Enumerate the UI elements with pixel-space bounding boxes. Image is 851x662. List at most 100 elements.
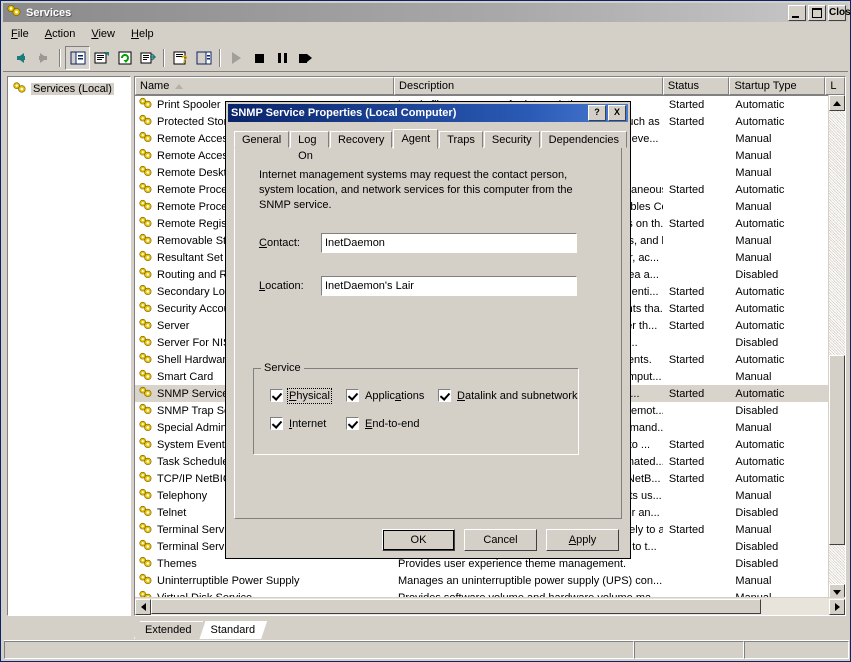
cell-startup-type: Automatic: [729, 388, 825, 400]
dialog-tab-agent[interactable]: Agent: [393, 129, 438, 149]
column-header-description[interactable]: Description: [394, 77, 663, 95]
contact-label: Contact:: [259, 237, 321, 249]
tree-item-services-local[interactable]: Services (Local): [10, 81, 128, 97]
view-tab-extended[interactable]: Extended: [134, 621, 203, 639]
menu-help[interactable]: Help: [123, 26, 162, 42]
cell-startup-type: Automatic: [729, 320, 825, 332]
refresh-icon[interactable]: [113, 47, 136, 69]
pause-icon[interactable]: [271, 47, 294, 69]
view-tab-standard[interactable]: Standard: [199, 621, 267, 639]
column-header-log-on-as[interactable]: L: [825, 77, 845, 95]
service-name-label: Uninterruptible Power Supply: [157, 575, 299, 587]
service-gear-icon: [138, 539, 153, 555]
close-button[interactable]: Close: [828, 5, 846, 21]
forward-arrow-icon[interactable]: [32, 47, 55, 69]
checkbox-end-to-end-box[interactable]: [346, 417, 359, 430]
dialog-tab-dependencies[interactable]: Dependencies: [541, 131, 627, 148]
column-header-startup-type[interactable]: Startup Type: [729, 77, 825, 95]
service-name-label: Telnet: [157, 507, 186, 519]
service-gear-icon: [138, 148, 153, 164]
service-gear-icon: [138, 403, 153, 419]
list-vertical-scrollbar[interactable]: [828, 95, 845, 600]
dialog-tab-log-on[interactable]: Log On: [290, 131, 329, 148]
ok-button[interactable]: OK: [382, 529, 455, 551]
restart-icon[interactable]: [294, 47, 317, 69]
toolbar: ?: [3, 45, 848, 72]
cell-startup-type: Automatic: [729, 439, 825, 451]
dialog-tab-security[interactable]: Security: [484, 131, 540, 148]
menu-action[interactable]: Action: [37, 26, 84, 42]
checkbox-applications[interactable]: Applications: [346, 389, 424, 402]
tree-item-label: Services (Local): [31, 83, 114, 95]
service-gear-icon: [138, 437, 153, 453]
service-gear-icon: [138, 233, 153, 249]
apply-button[interactable]: Apply: [546, 529, 619, 551]
stop-icon[interactable]: [248, 47, 271, 69]
export-list-icon[interactable]: [136, 47, 159, 69]
back-arrow-icon[interactable]: [9, 47, 32, 69]
checkbox-physical-box[interactable]: [270, 389, 283, 402]
svg-text:?: ?: [181, 54, 188, 65]
service-group-box: Service Physical Applications Datalink a…: [253, 368, 579, 455]
table-row[interactable]: Uninterruptible Power Supply Manages an u…: [135, 572, 845, 589]
maximize-button[interactable]: [808, 5, 826, 21]
checkbox-physical[interactable]: Physical: [270, 389, 330, 402]
cell-startup-type: Automatic: [729, 303, 825, 315]
service-name-label: Smart Card: [157, 371, 213, 383]
snmp-service-properties-dialog: SNMP Service Properties (Local Computer)…: [226, 102, 630, 558]
cell-status: Started: [663, 388, 730, 400]
dialog-tab-general[interactable]: General: [234, 131, 289, 148]
dialog-help-button[interactable]: ?: [588, 105, 606, 121]
location-input[interactable]: [321, 276, 577, 296]
properties-icon[interactable]: [90, 47, 113, 69]
minimize-button[interactable]: [788, 5, 806, 21]
service-name-label: Themes: [157, 558, 197, 570]
vertical-scrollbar-thumb[interactable]: [829, 355, 845, 545]
cell-startup-type: Manual: [729, 235, 825, 247]
dialog-title-bar: SNMP Service Properties (Local Computer)…: [228, 104, 628, 122]
dialog-tab-traps[interactable]: Traps: [439, 131, 483, 148]
play-icon[interactable]: [225, 47, 248, 69]
checkbox-end-to-end[interactable]: End-to-end: [346, 417, 419, 430]
checkbox-internet-box[interactable]: [270, 417, 283, 430]
cell-startup-type: Disabled: [729, 337, 825, 349]
cell-status: Started: [663, 303, 730, 315]
column-header-status[interactable]: Status: [663, 77, 730, 95]
dialog-tab-recovery[interactable]: Recovery: [330, 131, 392, 148]
agent-description-text: Internet management systems may request …: [259, 168, 589, 213]
checkbox-internet[interactable]: Internet: [270, 417, 326, 430]
help-document-icon[interactable]: ?: [169, 47, 192, 69]
service-gear-icon: [138, 165, 153, 181]
menu-bar: File Action View Help: [3, 24, 848, 45]
agent-tab-page: Internet management systems may request …: [234, 147, 622, 519]
scroll-right-button[interactable]: [829, 599, 845, 615]
dialog-close-button[interactable]: X: [608, 105, 626, 121]
scroll-left-button[interactable]: [135, 599, 151, 615]
toolbar-separator: [59, 49, 61, 67]
menu-view[interactable]: View: [83, 26, 123, 42]
console-tree-icon[interactable]: [65, 46, 90, 70]
cell-description: Manages an uninterruptible power supply …: [394, 575, 663, 587]
checkbox-applications-box[interactable]: [346, 389, 359, 402]
checkbox-datalink-subnetwork-box[interactable]: [438, 389, 451, 402]
service-name-label: SNMP Service: [157, 388, 228, 400]
column-header-name[interactable]: Name: [135, 77, 394, 95]
cell-startup-type: Disabled: [729, 405, 825, 417]
cell-status: Started: [663, 439, 730, 451]
cancel-button[interactable]: Cancel: [464, 529, 537, 551]
cell-startup-type: Manual: [729, 150, 825, 162]
service-name-label: Telephony: [157, 490, 207, 502]
scroll-up-button[interactable]: [829, 95, 845, 111]
dialog-tab-strip: GeneralLog OnRecoveryAgentTrapsSecurityD…: [234, 128, 628, 148]
list-column-headers: Name Description Status Startup Type L: [135, 77, 845, 96]
cell-startup-type: Automatic: [729, 99, 825, 111]
service-gear-icon: [138, 352, 153, 368]
checkbox-physical-label: Physical: [289, 390, 330, 402]
checkbox-datalink-subnetwork[interactable]: Datalink and subnetwork: [438, 389, 577, 402]
list-horizontal-scrollbar[interactable]: [135, 597, 845, 615]
menu-file[interactable]: File: [3, 26, 37, 42]
horizontal-scrollbar-thumb[interactable]: [151, 599, 761, 614]
new-window-icon[interactable]: [192, 47, 215, 69]
cell-startup-type: Automatic: [729, 354, 825, 366]
contact-input[interactable]: [321, 233, 577, 253]
